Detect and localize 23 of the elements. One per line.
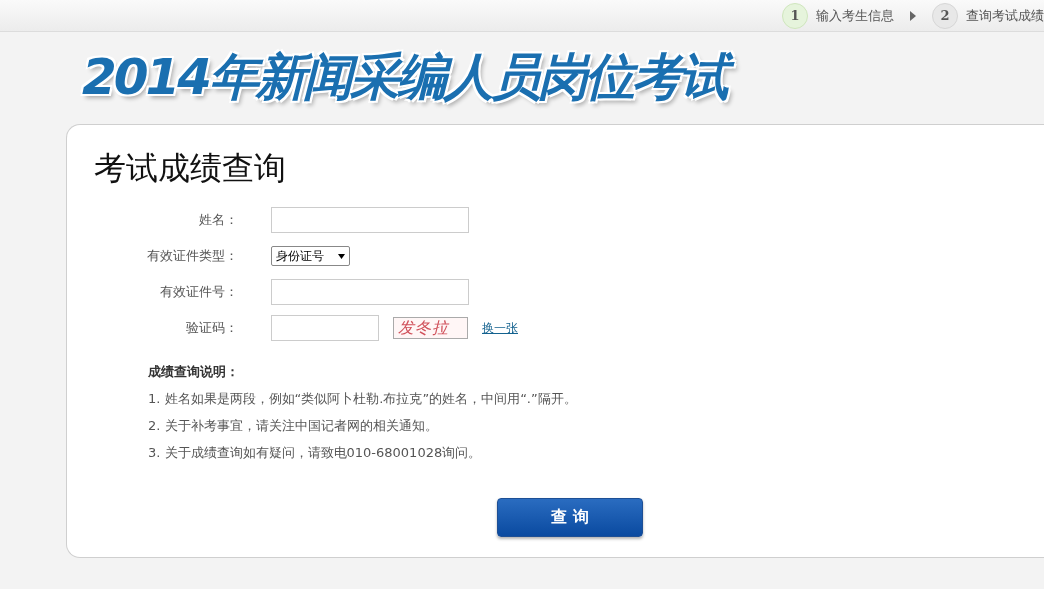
- arrow-icon: [910, 10, 916, 21]
- note-text: 2. 关于补考事宜，请关注中国记者网的相关通知。: [148, 417, 439, 435]
- step-number: 1: [782, 2, 808, 29]
- step-number: 2: [932, 2, 958, 29]
- id-type-select[interactable]: 身份证号: [271, 246, 350, 266]
- query-button[interactable]: 查 询: [497, 498, 643, 537]
- step-label: 查询考试成绩: [966, 6, 1044, 25]
- captcha-field[interactable]: [271, 315, 379, 341]
- step-label: 输入考生信息: [816, 6, 894, 25]
- field-label: 验证码：: [186, 319, 238, 337]
- notes-title: 成绩查询说明：: [148, 363, 240, 381]
- note-text: 3. 关于成绩查询如有疑问，请致电010-68001028询问。: [148, 444, 483, 462]
- field-label: 有效证件类型：: [147, 247, 238, 265]
- input-field[interactable]: [271, 207, 469, 233]
- captcha-image: 发冬拉: [393, 317, 468, 339]
- caret-icon: [338, 253, 345, 259]
- field-label: 姓名：: [199, 211, 238, 229]
- field-label: 有效证件号：: [160, 283, 238, 301]
- card-heading: 考试成绩查询: [94, 148, 286, 189]
- refresh-link[interactable]: 换一张: [482, 319, 518, 337]
- note-text: 1. 姓名如果是两段，例如“类似阿卜杜勒.布拉克”的姓名，中间用“.”隔开。: [148, 390, 578, 408]
- banner-title: 2014年新闻采编人员岗位考试: [76, 40, 741, 117]
- input-field[interactable]: [271, 279, 469, 305]
